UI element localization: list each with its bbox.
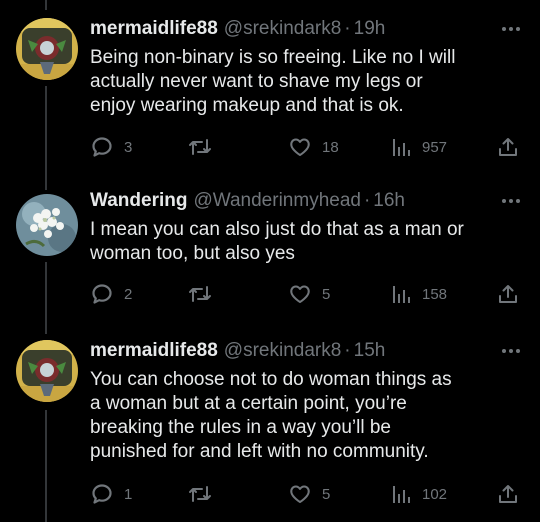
timestamp[interactable]: 19h [354, 18, 386, 40]
separator-dot: · [363, 190, 371, 211]
timestamp[interactable]: 15h [354, 340, 386, 362]
views-bar-icon [393, 286, 410, 303]
heart-icon [290, 485, 310, 503]
tweet-text-line: You can choose not to do woman things as [90, 369, 452, 390]
retweet-button[interactable] [187, 281, 223, 307]
thread-line-2 [45, 262, 47, 334]
reply-button[interactable]: 3 [90, 134, 132, 160]
timestamp[interactable]: 16h [373, 190, 405, 212]
view-count: 158 [422, 285, 448, 303]
tweet-header: Wandering @Wanderinmyhead · 16h [90, 190, 405, 216]
like-button[interactable]: 5 [288, 481, 330, 507]
heart-icon [290, 138, 310, 156]
views-button[interactable]: 957 [390, 134, 447, 160]
action-bar: 2 5 158 [90, 281, 526, 307]
flowers-avatar[interactable] [16, 194, 78, 256]
more-options-icon[interactable] [500, 22, 522, 36]
tweet-header: mermaidlife88 @srekindark8 · 19h [90, 18, 385, 44]
view-count: 957 [422, 138, 448, 156]
retweet-icon [189, 139, 211, 155]
user-handle[interactable]: @srekindark8 [224, 18, 342, 40]
retweet-icon [189, 286, 211, 302]
more-options-icon[interactable] [500, 194, 522, 208]
tweet-text: Being non-binary is so freeing. Like no … [90, 46, 520, 118]
tweet-header: mermaidlife88 @srekindark8 · 15h [90, 340, 385, 366]
mermaid-avatar[interactable] [16, 18, 78, 80]
heart-icon [290, 285, 310, 303]
views-bar-icon [393, 486, 410, 503]
reply-icon [92, 484, 112, 504]
views-bar-icon [393, 139, 410, 156]
reply-button[interactable]: 1 [90, 481, 132, 507]
share-icon [499, 138, 517, 156]
display-name[interactable]: mermaidlife88 [90, 340, 218, 362]
like-count: 5 [322, 285, 331, 303]
thread-line-top [45, 0, 47, 10]
tweet-text-line: breaking the rules in a way you’ll be [90, 417, 392, 438]
tweet-text-line: Being non-binary is so freeing. Like no … [90, 47, 456, 68]
thread-line-3 [45, 410, 47, 522]
like-button[interactable]: 18 [288, 134, 339, 160]
reply-count: 3 [124, 138, 133, 156]
tweet-text-line: actually never want to shave my legs or [90, 71, 423, 92]
share-icon [499, 285, 517, 303]
separator-dot: · [344, 340, 351, 361]
views-button[interactable]: 158 [390, 281, 447, 307]
share-icon [499, 485, 517, 503]
reply-count: 2 [124, 285, 133, 303]
tweet-text-line: enjoy wearing makeup and that is ok. [90, 95, 404, 116]
thread-line-1 [45, 86, 47, 190]
action-bar: 3 18 957 [90, 134, 526, 160]
views-button[interactable]: 102 [390, 481, 447, 507]
tweet-text: You can choose not to do woman things as… [90, 368, 520, 464]
like-count: 18 [322, 138, 339, 156]
like-count: 5 [322, 485, 331, 503]
share-button[interactable] [496, 481, 520, 507]
display-name[interactable]: Wandering [90, 190, 187, 212]
share-button[interactable] [496, 134, 520, 160]
separator-dot: · [344, 18, 351, 39]
reply-icon [92, 137, 112, 157]
tweet-text-line: punished for and left with no community. [90, 441, 429, 462]
tweet-text-line: I mean you can also just do that as a ma… [90, 219, 464, 240]
more-options-icon[interactable] [500, 344, 522, 358]
tweet-text: I mean you can also just do that as a ma… [90, 218, 520, 266]
retweet-icon [189, 486, 211, 502]
tweet-text-line: woman too, but also yes [90, 243, 295, 264]
reply-icon [92, 284, 112, 304]
view-count: 102 [422, 485, 448, 503]
action-bar: 1 5 102 [90, 481, 526, 507]
like-button[interactable]: 5 [288, 281, 330, 307]
reply-button[interactable]: 2 [90, 281, 132, 307]
tweet-text-line: a woman but at a certain point, you’re [90, 393, 407, 414]
reply-count: 1 [124, 485, 133, 503]
user-handle[interactable]: @srekindark8 [224, 340, 342, 362]
mermaid-avatar[interactable] [16, 340, 78, 402]
display-name[interactable]: mermaidlife88 [90, 18, 218, 40]
retweet-button[interactable] [187, 481, 223, 507]
retweet-button[interactable] [187, 134, 223, 160]
share-button[interactable] [496, 281, 520, 307]
user-handle[interactable]: @Wanderinmyhead [193, 190, 361, 212]
